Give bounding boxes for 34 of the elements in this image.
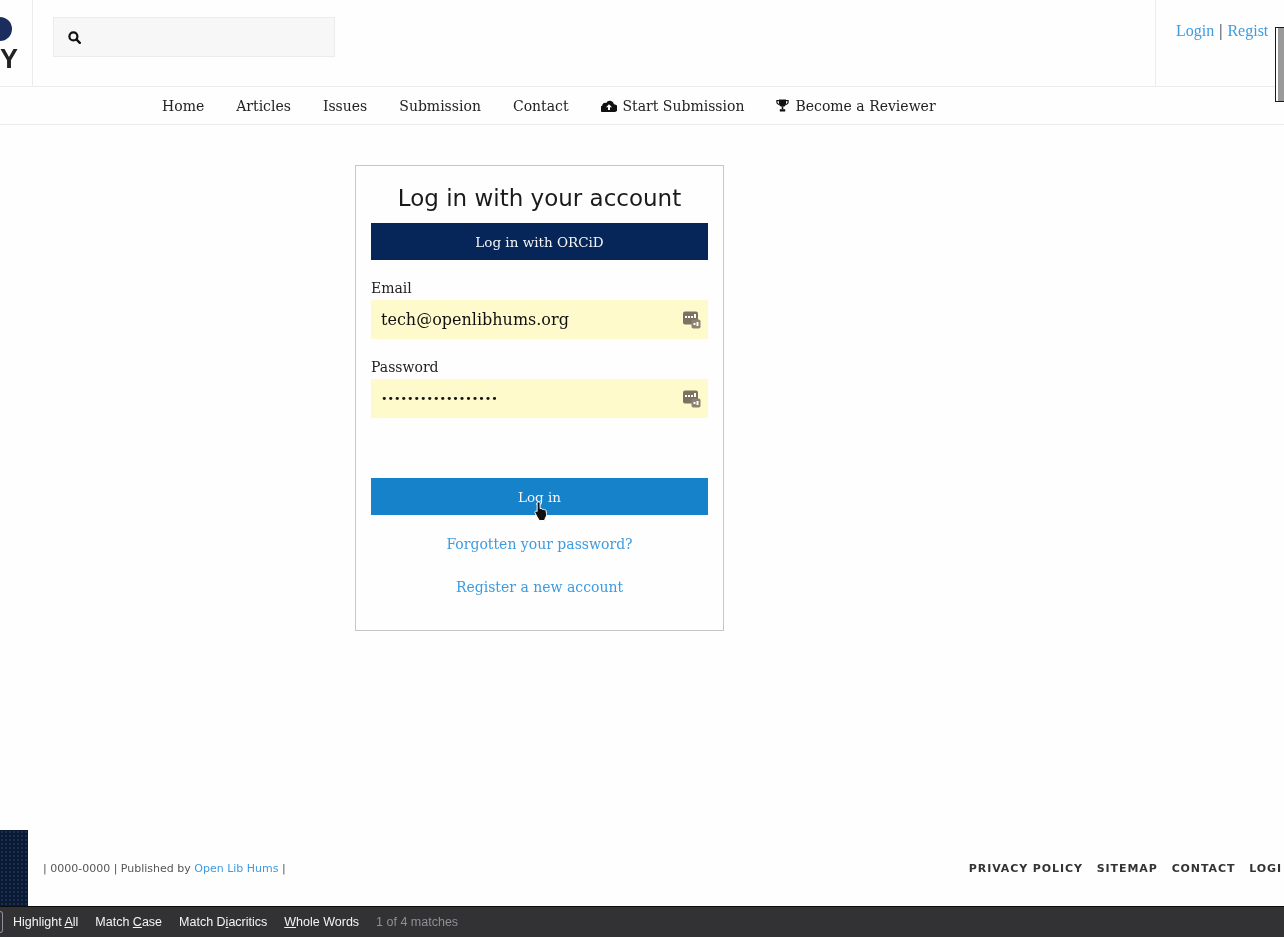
find-option-button[interactable]: Highlight All [13,915,79,929]
autofill-icon [683,310,701,329]
search-icon [68,30,81,44]
trophy-icon [776,99,790,112]
footer-link[interactable]: CONTACT [1171,861,1236,875]
footer-link[interactable]: SITEMAP [1096,861,1158,875]
nav-link[interactable]: Contact [512,97,569,114]
password-field[interactable]: •••••••••••••••••• [371,379,708,418]
match-count: 1 of 4 matches [376,915,459,929]
email-field[interactable]: tech@openlibhums.org [371,300,708,339]
logo-text: Y [0,46,18,72]
autofill-icon [683,389,701,408]
logo-mark-icon [0,17,12,41]
footer-link[interactable]: LOGI [1249,861,1282,875]
nav-link[interactable]: Start Submission [600,97,745,114]
nav-link[interactable]: Submission [399,97,481,114]
footer-link[interactable]: PRIVACY POLICY [968,861,1083,875]
nav-link[interactable]: Issues [322,97,368,114]
search-field[interactable] [53,17,335,57]
find-option-button[interactable]: Match Case [95,915,163,929]
cloud-upload-icon [600,99,617,112]
find-option-button[interactable]: Match Diacritics [179,915,268,929]
footer-credit: | 0000-0000 | Published by Open Lib Hums | [43,861,286,875]
card-title: Log in with your account [396,184,683,213]
find-field[interactable] [0,911,3,933]
nav-link[interactable]: Articles [236,97,291,114]
scroll-handle[interactable] [1275,27,1284,102]
separator-text: | [1219,22,1223,40]
field-label: Email [371,279,413,298]
nav-link[interactable]: Home [162,97,205,114]
find-option-button[interactable]: Whole Words [284,915,360,929]
nav-link[interactable]: Become a Reviewer [776,97,936,114]
orcid-login-button[interactable]: Log in with ORCiD [371,223,708,260]
field-label: Password [371,358,440,377]
